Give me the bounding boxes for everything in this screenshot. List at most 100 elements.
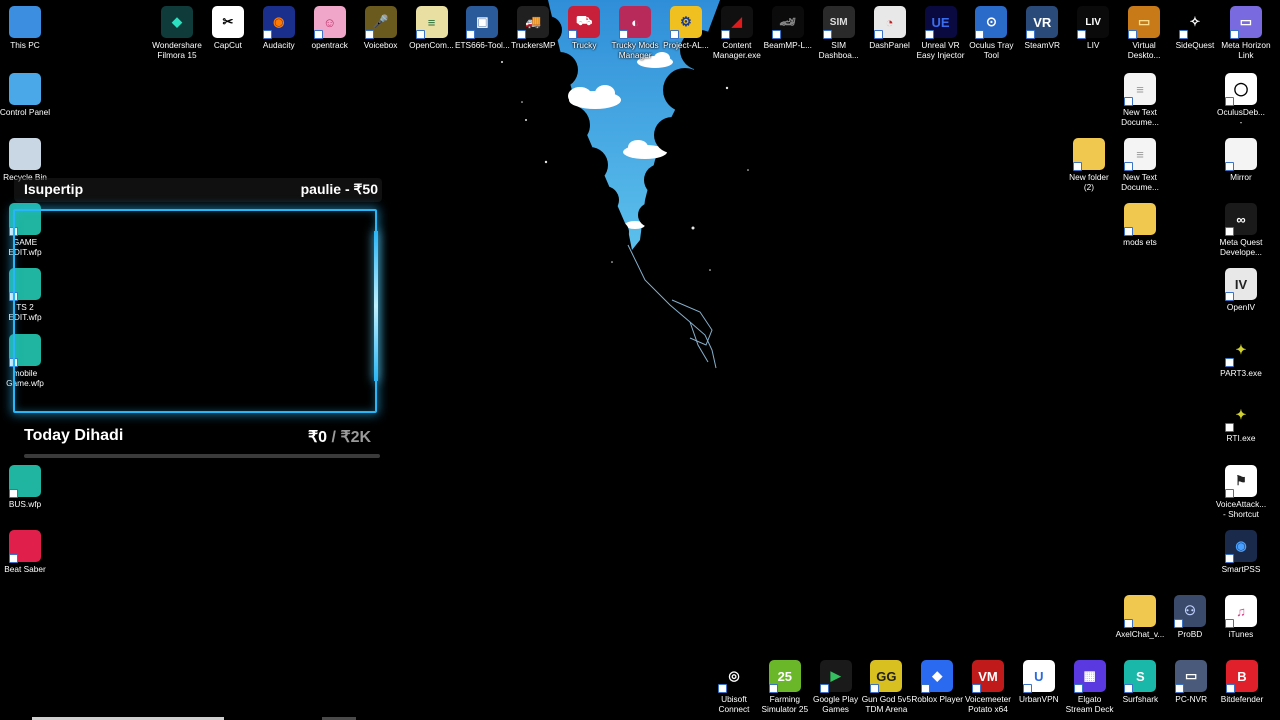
desktop-shortcut[interactable]: B Bitdefender [1213, 660, 1271, 704]
desktop-shortcut-label: Voicemeeter Potato x64 [964, 694, 1012, 714]
desktop-shortcut[interactable]: mods ets [1111, 203, 1169, 247]
desktop-shortcut-label: iTunes [1228, 629, 1254, 639]
desktop-shortcut-label: PART3.exe [1220, 368, 1262, 378]
shortcut-arrow-icon [720, 30, 730, 39]
desktop-shortcut[interactable]: SIM SIM Dashboa... [810, 6, 868, 60]
desktop-shortcut[interactable]: ≡ New Text Docume... [1111, 138, 1169, 192]
desktop-shortcut[interactable]: BUS.wfp [0, 465, 54, 509]
shortcut-arrow-icon [364, 30, 374, 39]
desktop-shortcut[interactable]: Recycle Bin [0, 138, 54, 182]
shortcut-arrow-icon [1225, 554, 1234, 563]
shortcut-arrow-icon [1175, 684, 1185, 693]
goal-target: ₹2K [340, 429, 372, 446]
desktop-shortcut[interactable]: ◆ Wondershare Filmora 15 [148, 6, 206, 60]
desktop-shortcut[interactable]: ◆ Roblox Player [908, 660, 966, 704]
desktop-shortcut[interactable]: ◎ Ubisoft Connect [705, 660, 763, 714]
desktop-shortcut[interactable]: VM Voicemeeter Potato x64 [959, 660, 1017, 714]
frame-glow-edge [374, 231, 378, 381]
desktop-shortcut[interactable]: ▭ Virtual Deskto... [1115, 6, 1173, 60]
desktop-shortcut[interactable]: ✂ CapCut [199, 6, 257, 50]
shortcut-arrow-icon [1022, 684, 1032, 693]
goal-title: Today Dihadi [24, 427, 124, 444]
desktop-shortcut[interactable]: Beat Saber [0, 530, 54, 574]
desktop-shortcut[interactable]: ▭ Meta Horizon Link [1217, 6, 1275, 60]
desktop-shortcut[interactable]: ▦ Elgato Stream Deck [1061, 660, 1119, 714]
desktop-shortcut[interactable]: 🏎 BeamMP-L... [759, 6, 817, 50]
desktop-shortcut[interactable]: ◉ SmartPSS [1212, 530, 1270, 574]
desktop-shortcut[interactable]: ◐ Trucky Mods Manager [606, 6, 664, 60]
desktop-shortcut[interactable]: ◔ DashPanel [861, 6, 919, 50]
desktop-shortcut[interactable]: UE Unreal VR Easy Injector [912, 6, 970, 60]
desktop-shortcut-label: Control Panel [0, 107, 51, 117]
goal-separator: / [331, 429, 336, 446]
desktop-shortcut[interactable]: ♫ iTunes [1212, 595, 1270, 639]
shortcut-arrow-icon [313, 30, 323, 39]
desktop-shortcut[interactable]: ⚙ Project-AL... [657, 6, 715, 50]
desktop-shortcut-label: Oculus Tray Tool [969, 40, 1014, 60]
shortcut-arrow-icon [768, 684, 778, 693]
shortcut-arrow-icon [1026, 30, 1036, 39]
desktop-shortcut-label: LIV [1086, 40, 1100, 50]
desktop-shortcut-label: Roblox Player [911, 694, 964, 704]
desktop-shortcut[interactable]: ∞ Meta Quest Develope... [1212, 203, 1270, 257]
shortcut-arrow-icon [1225, 97, 1234, 106]
desktop-shortcut[interactable]: LIV LIV [1064, 6, 1122, 50]
shortcut-arrow-icon [1174, 619, 1183, 628]
shortcut-arrow-icon [568, 30, 578, 39]
capcut-icon: ✂ [211, 6, 244, 38]
desktop-shortcut[interactable]: ◉ Audacity [250, 6, 308, 50]
desktop-shortcut[interactable]: GG Gun God 5v5 TDM Arena [857, 660, 915, 714]
desktop-shortcut[interactable]: New folder (2) [1060, 138, 1118, 192]
desktop-shortcut[interactable]: 🎤 Voicebox [352, 6, 410, 50]
desktop-shortcut-label: Beat Saber [4, 564, 46, 574]
desktop-shortcut[interactable]: ☺ opentrack [301, 6, 359, 50]
shortcut-arrow-icon [1225, 619, 1234, 628]
desktop-shortcut[interactable]: ▶ Google Play Games [807, 660, 865, 714]
shortcut-arrow-icon [1229, 30, 1239, 39]
desktop-shortcut[interactable]: This PC [0, 6, 54, 50]
desktop-shortcut[interactable]: ◢ Content Manager.exe [708, 6, 766, 60]
desktop-shortcut-label: OculusDeb... - [1217, 107, 1265, 127]
desktop-shortcut[interactable]: VR SteamVR [1013, 6, 1071, 50]
desktop-shortcut-label: This PC [10, 40, 40, 50]
shortcut-arrow-icon [924, 30, 934, 39]
desktop-shortcut[interactable]: ◯ OculusDeb... - [1212, 73, 1270, 127]
shortcut-arrow-icon [670, 30, 679, 39]
shortcut-arrow-icon [262, 30, 272, 39]
shortcut-arrow-icon [1077, 30, 1087, 39]
desktop-shortcut[interactable]: Mirror [1212, 138, 1270, 182]
shortcut-arrow-icon [771, 30, 781, 39]
desktop-shortcut[interactable]: ✦ PART3.exe [1212, 334, 1270, 378]
desktop-shortcut[interactable]: ⛟ Trucky [555, 6, 613, 50]
desktop-shortcut[interactable]: ⚑ VoiceAttack... - Shortcut [1212, 465, 1270, 519]
shortcut-arrow-icon [619, 30, 629, 39]
desktop-shortcut[interactable]: 🚚 TruckersMP [504, 6, 562, 50]
desktop-shortcut[interactable]: U UrbanVPN [1010, 660, 1068, 704]
desktop-shortcut[interactable]: ⊙ Oculus Tray Tool [962, 6, 1020, 60]
shortcut-arrow-icon [1124, 162, 1133, 171]
desktop-shortcut-label: Audacity [262, 40, 295, 50]
desktop-shortcut[interactable]: 25 Farming Simulator 25 [756, 660, 814, 714]
tip-username: Isupertip [24, 181, 84, 197]
desktop-shortcut[interactable]: ▭ PC-NVR [1162, 660, 1220, 704]
shortcut-arrow-icon [822, 30, 832, 39]
shortcut-arrow-icon [972, 684, 981, 693]
desktop-shortcut[interactable]: ≡ OpenCom... [403, 6, 461, 50]
desktop-shortcut[interactable]: ✧ SideQuest [1166, 6, 1224, 50]
desktop-shortcut[interactable]: ⚇ ProBD [1161, 595, 1219, 639]
desktop-shortcut[interactable]: IV OpenIV [1212, 268, 1270, 312]
shortcut-arrow-icon [921, 684, 931, 693]
desktop-shortcut-label: BUS.wfp [8, 499, 42, 509]
desktop-shortcut[interactable]: ✦ RTI.exe [1212, 399, 1270, 443]
desktop-shortcut[interactable]: ▣ ETS666-Tool... [453, 6, 511, 50]
desktop-shortcut-label: Meta Quest Develope... [1219, 237, 1263, 257]
desktop-shortcut[interactable]: ≡ New Text Docume... [1111, 73, 1169, 127]
desktop-shortcut-label: New Text Docume... [1121, 107, 1159, 127]
shortcut-arrow-icon [1225, 292, 1234, 301]
desktop-shortcut[interactable]: Control Panel [0, 73, 54, 117]
desktop-shortcut-label: Voicebox [363, 40, 398, 50]
shortcut-arrow-icon [1073, 162, 1082, 171]
desktop-shortcut[interactable]: S Surfshark [1111, 660, 1169, 704]
shortcut-arrow-icon [1225, 227, 1234, 236]
goal-progress-bar [24, 454, 380, 458]
